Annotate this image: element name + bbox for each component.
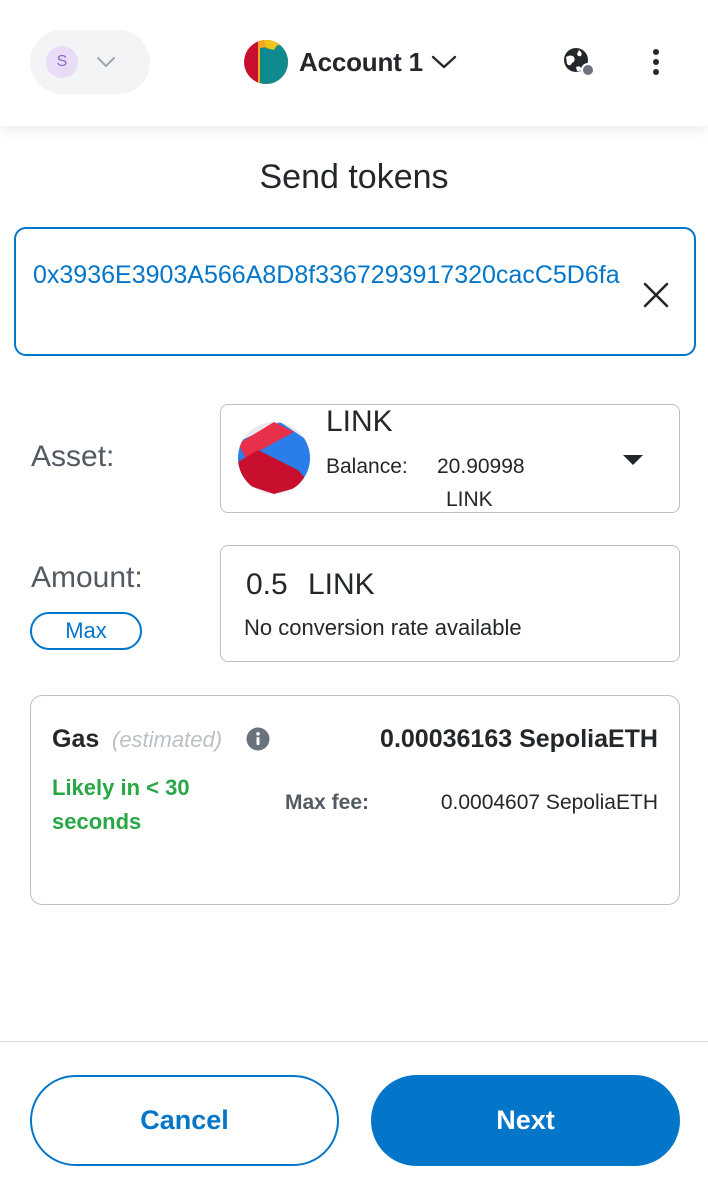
cancel-button[interactable]: Cancel: [30, 1075, 339, 1166]
asset-balance-unit: LINK: [446, 488, 493, 511]
gas-total: 0.00036163 SepoliaETH: [380, 725, 658, 753]
max-fee-label: Max fee:: [285, 791, 370, 814]
amount-label: Amount:: [31, 561, 143, 594]
close-icon[interactable]: [638, 277, 674, 313]
network-selector[interactable]: S: [30, 30, 150, 94]
page-title: Send tokens: [259, 158, 449, 196]
asset-balance-label: Balance:: [326, 455, 408, 478]
info-icon[interactable]: [246, 727, 270, 751]
account-name: Account 1: [299, 46, 423, 77]
amount-input[interactable]: 0.5 LINK No conversion rate available: [220, 545, 680, 662]
asset-symbol: LINK: [326, 405, 393, 438]
caret-down-icon: [621, 453, 645, 467]
amount-unit: LINK: [308, 568, 375, 601]
app-header: S Account 1: [0, 0, 708, 126]
max-button[interactable]: Max: [30, 612, 142, 650]
asset-label: Asset:: [31, 440, 115, 473]
globe-icon[interactable]: [560, 44, 596, 80]
gas-time-estimate: Likely in < 30 seconds: [52, 775, 190, 834]
kebab-menu-icon[interactable]: [638, 44, 674, 80]
network-avatar: S: [46, 46, 78, 78]
conversion-note: No conversion rate available: [244, 615, 522, 640]
asset-selector[interactable]: LINK Balance: 20.90998 LINK: [220, 404, 680, 513]
chevron-down-icon: [431, 54, 457, 70]
account-avatar: [244, 40, 288, 84]
recipient-field[interactable]: 0x3936E3903A566A8D8f3367293917320cacC5D6…: [14, 227, 696, 356]
link-token-icon: [238, 422, 310, 494]
gas-subtitle: (estimated): [112, 727, 223, 752]
asset-balance-value: 20.90998: [437, 455, 525, 478]
account-selector[interactable]: Account 1: [244, 40, 457, 84]
max-fee-value: 0.0004607 SepoliaETH: [440, 791, 658, 814]
recipient-address: 0x3936E3903A566A8D8f3367293917320cacC5D6…: [33, 261, 620, 289]
amount-value: 0.5: [246, 568, 288, 601]
gas-title: Gas: [52, 725, 100, 753]
chevron-down-icon: [96, 56, 116, 68]
gas-fee-panel: Gas (estimated) 0.00036163 SepoliaETH Li…: [30, 695, 680, 905]
next-button[interactable]: Next: [371, 1075, 680, 1166]
footer-divider: [0, 1041, 708, 1042]
